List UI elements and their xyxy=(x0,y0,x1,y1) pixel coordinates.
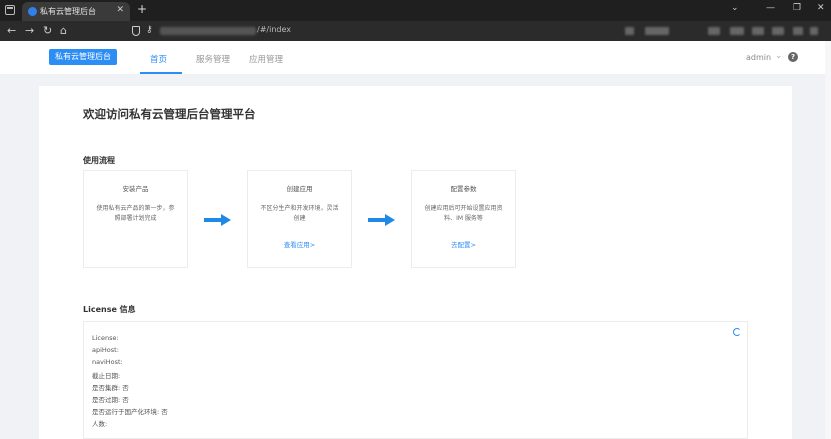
license-row: naviHost: xyxy=(92,358,123,366)
tab-title: 私有云管理后台 xyxy=(40,7,96,16)
extension-icon[interactable] xyxy=(625,27,634,35)
tab-close-icon[interactable]: ✕ xyxy=(116,5,124,15)
forward-icon[interactable]: → xyxy=(25,24,34,37)
extension-icon[interactable] xyxy=(793,27,803,35)
flow-heading: 使用流程 xyxy=(83,156,115,165)
chevron-down-icon[interactable]: ⌄ xyxy=(775,51,783,61)
step-card-configure: 配置参数 创建应用后可开始设置应用资料、IM 服务等 去配置> xyxy=(411,170,516,268)
license-row: 是否过期: 否 xyxy=(92,396,129,404)
user-name[interactable]: admin xyxy=(746,53,771,62)
reload-icon[interactable]: ↻ xyxy=(43,24,52,37)
extension-icon[interactable] xyxy=(708,27,720,35)
license-row: 是否运行于国产化环境: 否 xyxy=(92,408,168,416)
license-row: apiHost: xyxy=(92,346,119,354)
arrow-right-icon xyxy=(368,214,396,226)
step-description: 使用私有云产品的第一步，参照部署计划完成 xyxy=(96,205,175,222)
step-title: 安装产品 xyxy=(122,185,149,193)
page-title: 欢迎访问私有云管理后台管理平台 xyxy=(83,107,256,121)
main-panel: 欢迎访问私有云管理后台管理平台 使用流程 安装产品 使用私有云产品的第一步，参照… xyxy=(39,86,792,439)
license-row: License: xyxy=(92,334,119,342)
configure-link[interactable]: 去配置> xyxy=(412,239,515,249)
license-row: 是否集群: 否 xyxy=(92,384,129,392)
app-header: 私有云管理后台 首页 服务管理 应用管理 admin ⌄ ? xyxy=(0,41,831,74)
window-menu-icon[interactable] xyxy=(5,5,15,15)
tab-list-icon[interactable]: ⌄ xyxy=(731,3,739,13)
favicon-icon xyxy=(28,7,37,16)
url-text[interactable]: /#/index xyxy=(257,25,291,34)
extension-icon[interactable] xyxy=(810,27,818,35)
extension-icon[interactable] xyxy=(730,27,744,35)
address-bar: ← → ↻ ⌂ ⚷ /#/index xyxy=(0,21,831,41)
page-scrollbar[interactable] xyxy=(825,41,831,439)
home-icon[interactable]: ⌂ xyxy=(60,24,67,37)
step-title: 配置参数 xyxy=(450,185,477,193)
refresh-icon[interactable] xyxy=(733,328,741,336)
license-row: 人数: xyxy=(92,420,108,428)
step-description: 不区分生产和开发环境，灵活创建 xyxy=(260,205,339,222)
extension-icon[interactable] xyxy=(772,27,784,35)
license-row: 截止日期: xyxy=(92,372,121,380)
url-redacted xyxy=(160,27,256,35)
new-tab-button[interactable]: + xyxy=(137,3,147,15)
shield-icon[interactable] xyxy=(132,26,140,36)
browser-tab[interactable]: 私有云管理后台 ✕ xyxy=(22,2,130,21)
tab-app-management[interactable]: 应用管理 xyxy=(249,53,283,65)
back-icon[interactable]: ← xyxy=(7,24,16,37)
restore-button[interactable]: ❐ xyxy=(793,3,801,13)
browser-tab-bar: 私有云管理后台 ✕ + ⌄ — ❐ ✕ xyxy=(0,0,831,21)
extension-icon[interactable] xyxy=(645,27,669,35)
brand-button[interactable]: 私有云管理后台 xyxy=(49,49,117,65)
step-title: 创建应用 xyxy=(286,185,313,193)
step-card-install: 安装产品 使用私有云产品的第一步，参照部署计划完成 xyxy=(83,170,188,268)
license-info-box: License: apiHost: naviHost: 截止日期: 是否集群: … xyxy=(83,321,748,439)
help-icon[interactable]: ? xyxy=(788,52,798,62)
extension-icon[interactable] xyxy=(752,27,764,35)
step-description: 创建应用后可开始设置应用资料、IM 服务等 xyxy=(424,205,503,222)
window-close-button[interactable]: ✕ xyxy=(817,3,825,13)
active-tab-indicator xyxy=(140,72,182,74)
tab-home[interactable]: 首页 xyxy=(150,53,167,65)
minimize-button[interactable]: — xyxy=(766,3,775,13)
step-card-create-app: 创建应用 不区分生产和开发环境，灵活创建 查看应用> xyxy=(247,170,352,268)
license-heading: License 信息 xyxy=(83,305,136,314)
key-icon[interactable]: ⚷ xyxy=(146,25,153,35)
tab-service-management[interactable]: 服务管理 xyxy=(196,53,230,65)
arrow-right-icon xyxy=(204,214,232,226)
view-apps-link[interactable]: 查看应用> xyxy=(248,239,351,249)
